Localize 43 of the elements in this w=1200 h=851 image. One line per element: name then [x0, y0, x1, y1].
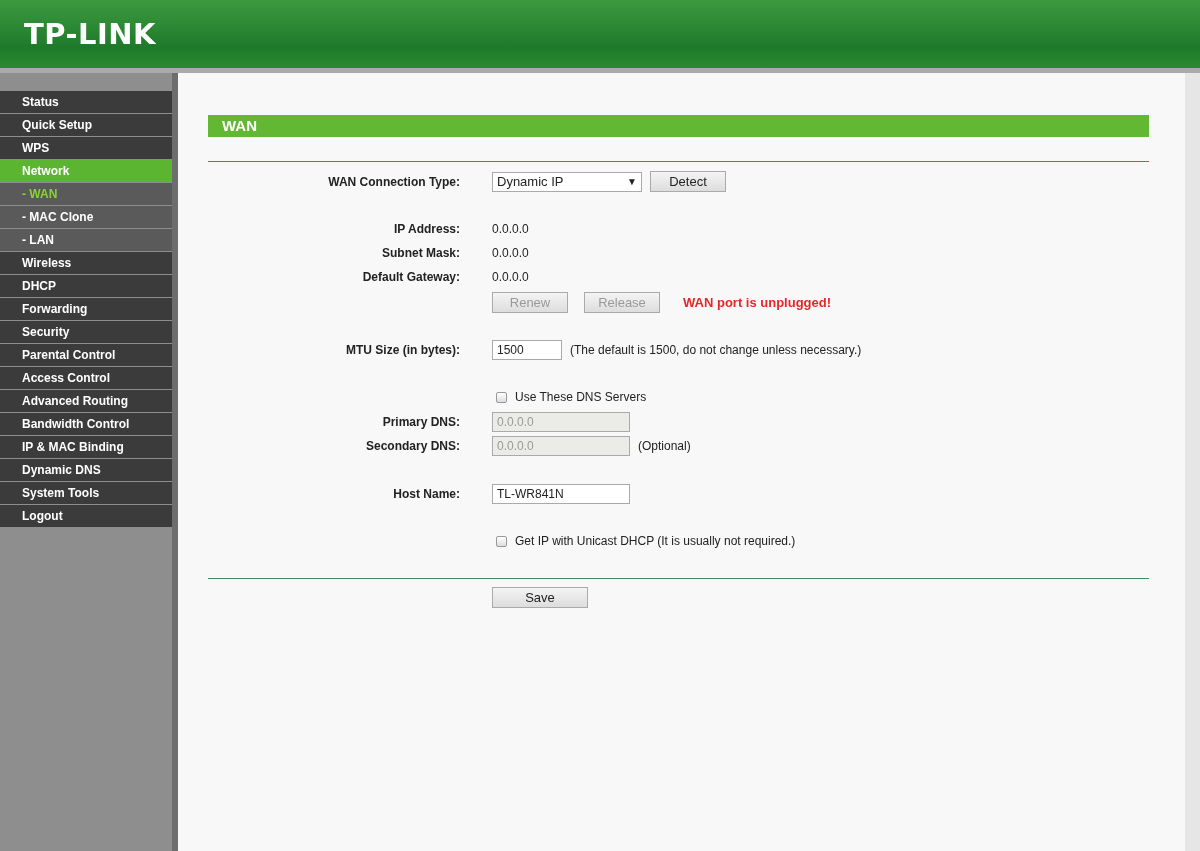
- menu-item[interactable]: IP & MAC Binding: [0, 436, 172, 458]
- field-label: Host Name:: [392, 487, 460, 501]
- field-label: MTU Size (in bytes):: [345, 343, 460, 357]
- menu-item[interactable]: Access Control: [0, 367, 172, 389]
- field-value: 0.0.0.0: [492, 270, 530, 284]
- menu-item[interactable]: Wireless: [0, 252, 172, 274]
- logo: TP-LINK: [24, 17, 157, 51]
- submenu-item[interactable]: - MAC Clone: [0, 206, 172, 228]
- section-title: WAN: [208, 115, 1149, 137]
- field-value: 0.0.0.0: [492, 222, 530, 236]
- menu-item[interactable]: Logout: [0, 505, 172, 527]
- field-label: Subnet Mask:: [381, 246, 460, 260]
- menu-item[interactable]: Quick Setup: [0, 114, 172, 136]
- warning-text: WAN port is unplugged!: [683, 295, 832, 310]
- field-label: WAN Connection Type:: [327, 174, 460, 189]
- field-label: Secondary DNS:: [364, 439, 460, 453]
- field-label: IP Address:: [392, 222, 460, 236]
- menu-item[interactable]: Security: [0, 321, 172, 343]
- menu-item[interactable]: Parental Control: [0, 344, 172, 366]
- menu-item[interactable]: DHCP: [0, 275, 172, 297]
- checkbox-label: Get IP with Unicast DHCP (It is usually not required.): [515, 534, 796, 548]
- connection-type-dropdown[interactable]: Dynamic IP ▼: [492, 171, 642, 192]
- checkbox-label: Use These DNS Servers: [515, 390, 647, 404]
- submenu-item[interactable]: - LAN: [0, 229, 172, 251]
- host-name-input[interactable]: TL-WR841N: [492, 484, 630, 504]
- hint-text: (The default is 1500, do not change unless necessary.): [570, 343, 862, 357]
- checkbox[interactable]: [496, 391, 507, 403]
- field-value: 0.0.0.0: [492, 246, 530, 260]
- menu-item[interactable]: Status: [0, 91, 172, 113]
- field-label: Primary DNS:: [381, 415, 460, 429]
- detect-button[interactable]: Detect: [650, 171, 726, 192]
- menu-item[interactable]: Bandwidth Control: [0, 413, 172, 435]
- field-label: Default Gateway:: [361, 270, 460, 284]
- mtu-input[interactable]: 1500: [492, 340, 562, 360]
- hint-text: (Optional): [638, 439, 691, 453]
- menu-item[interactable]: Dynamic DNS: [0, 459, 172, 481]
- save-button[interactable]: Save: [492, 587, 588, 608]
- menu-item[interactable]: Advanced Routing: [0, 390, 172, 412]
- checkbox[interactable]: [496, 535, 507, 547]
- menu-item[interactable]: Forwarding: [0, 298, 172, 320]
- menu-item[interactable]: WPS: [0, 137, 172, 159]
- menu-item[interactable]: System Tools: [0, 482, 172, 504]
- submenu-item[interactable]: - WAN: [0, 183, 172, 205]
